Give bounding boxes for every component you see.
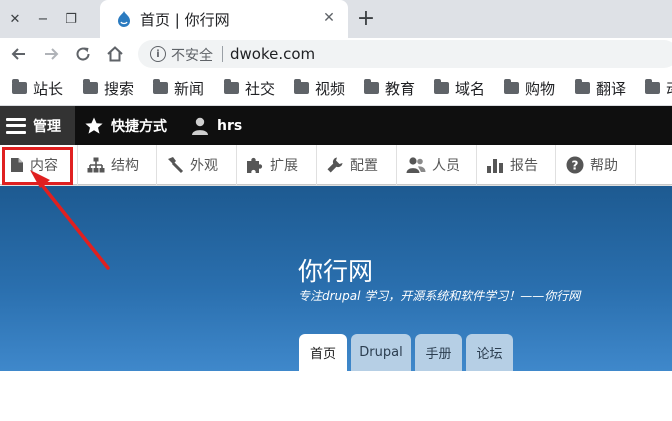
annotation-arrow-icon	[30, 170, 110, 270]
